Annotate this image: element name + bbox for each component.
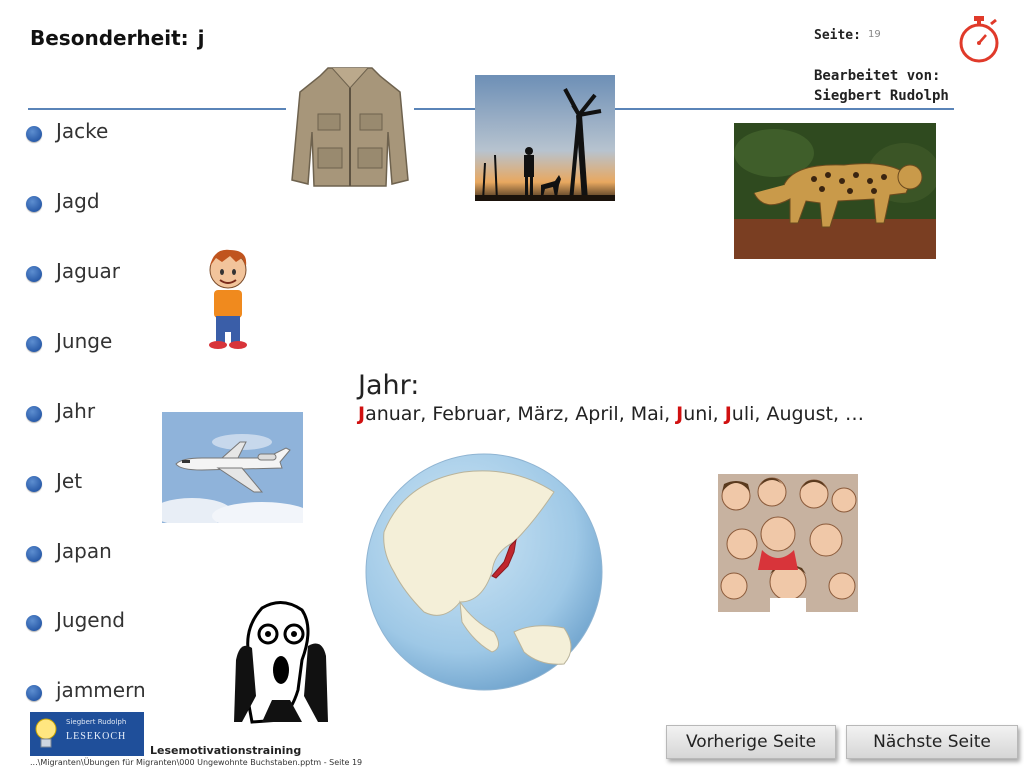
jahr-heading: Jahr: xyxy=(358,370,420,401)
word-item-jahr[interactable]: Jahr xyxy=(26,396,95,426)
bullet-icon xyxy=(26,546,42,562)
word-label: Jet xyxy=(56,469,83,493)
page-title: Besonderheit: j xyxy=(30,26,205,50)
header-rule-middle xyxy=(414,108,476,110)
scream-image[interactable] xyxy=(232,600,330,724)
stopwatch-icon[interactable] xyxy=(955,14,1003,64)
bullet-icon xyxy=(26,336,42,352)
word-label: jammern xyxy=(56,678,146,702)
globe-japan-image[interactable] xyxy=(364,452,604,692)
logo-author: Siegbert Rudolph xyxy=(66,718,127,726)
word-label: Jagd xyxy=(56,189,100,213)
jacket-image[interactable] xyxy=(288,62,412,190)
header-rule-right xyxy=(614,108,954,110)
lightbulb-icon xyxy=(35,718,57,748)
edited-by-name: Siegbert Rudolph xyxy=(814,88,949,104)
edited-by-label: Bearbeitet von: xyxy=(814,68,941,84)
page-label: Seite: xyxy=(814,28,861,43)
highlight-j-juli: J xyxy=(724,403,732,425)
lesekoch-logo[interactable]: Siegbert Rudolph LESEKOCH xyxy=(30,712,144,756)
course-title: Lesemotivationstraining xyxy=(150,744,302,757)
title-letter: j xyxy=(197,26,205,50)
file-path: ...\Migranten\Übungen für Migranten\000 … xyxy=(30,758,363,767)
previous-page-button[interactable]: Vorherige Seite xyxy=(666,725,836,759)
bullet-icon xyxy=(26,685,42,701)
bullet-icon xyxy=(26,266,42,282)
word-item-japan[interactable]: Japan xyxy=(26,536,112,566)
months-text-3: uli, August, … xyxy=(731,403,865,425)
word-label: Jaguar xyxy=(56,259,121,283)
months-line: Januar, Februar, März, April, Mai, Juni,… xyxy=(358,403,864,425)
word-item-jet[interactable]: Jet xyxy=(26,466,82,496)
youth-group-image[interactable] xyxy=(718,474,858,612)
word-item-jacke[interactable]: Jacke xyxy=(26,116,108,146)
hunt-image[interactable] xyxy=(475,75,615,201)
word-item-jaguar[interactable]: Jaguar xyxy=(26,256,120,286)
word-item-jugend[interactable]: Jugend xyxy=(26,605,125,635)
months-text-1: anuar, Februar, März, April, Mai, xyxy=(365,403,677,425)
word-label: Junge xyxy=(56,329,113,353)
bullet-icon xyxy=(26,196,42,212)
jet-image[interactable] xyxy=(162,412,303,523)
word-label: Jahr xyxy=(56,399,96,423)
boy-image[interactable] xyxy=(196,246,260,350)
word-label: Jugend xyxy=(56,608,125,632)
bullet-icon xyxy=(26,476,42,492)
page-number: 19 xyxy=(868,29,881,40)
word-item-junge[interactable]: Junge xyxy=(26,326,112,356)
edited-by: Bearbeitet von: Siegbert Rudolph xyxy=(814,66,949,106)
word-label: Japan xyxy=(56,539,112,563)
word-item-jammern[interactable]: jammern xyxy=(26,675,146,705)
next-page-button[interactable]: Nächste Seite xyxy=(846,725,1018,759)
logo-brand: LESEKOCH xyxy=(66,731,127,742)
jaguar-image[interactable] xyxy=(734,123,936,259)
bullet-icon xyxy=(26,406,42,422)
months-text-2: uni, xyxy=(683,403,725,425)
bullet-icon xyxy=(26,615,42,631)
bullet-icon xyxy=(26,126,42,142)
word-label: Jacke xyxy=(56,119,109,143)
header-rule-left xyxy=(28,108,286,110)
word-item-jagd[interactable]: Jagd xyxy=(26,186,100,216)
